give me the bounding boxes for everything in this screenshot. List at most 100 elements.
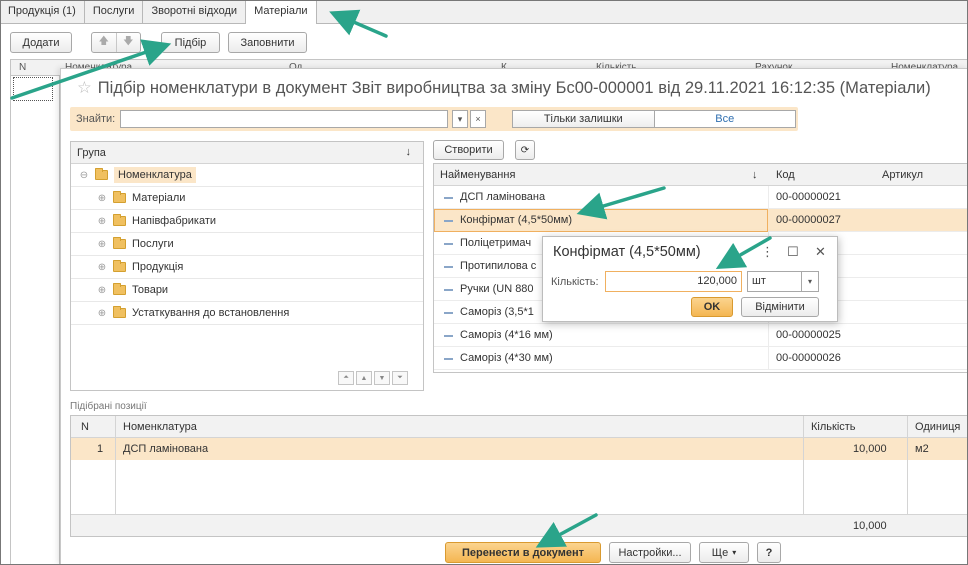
scroll-down-icon[interactable]: ▼ bbox=[374, 371, 390, 385]
folder-icon bbox=[113, 306, 126, 318]
tree-item-label: Напівфабрикати bbox=[132, 215, 217, 227]
item-icon bbox=[444, 220, 453, 222]
search-input[interactable] bbox=[120, 110, 448, 128]
tab-products[interactable]: Продукція (1) bbox=[0, 0, 85, 24]
item-icon bbox=[444, 335, 453, 337]
expand-icon[interactable]: ⊕ bbox=[95, 193, 109, 204]
remain-all-option[interactable]: Все bbox=[655, 111, 796, 127]
folder-icon bbox=[113, 191, 126, 203]
remain-toggle: Тільки залишки Все bbox=[512, 110, 796, 128]
tab-waste[interactable]: Зворотні відходи bbox=[143, 0, 247, 24]
row-name: ДСП ламінована bbox=[123, 443, 209, 455]
popup-title: Конфірмат (4,5*50мм) bbox=[553, 244, 701, 260]
focused-cell[interactable] bbox=[13, 77, 53, 101]
tree-item-goods[interactable]: ⊕ Товари bbox=[71, 279, 423, 302]
item-icon bbox=[444, 243, 453, 245]
document-table-body bbox=[10, 76, 60, 565]
cell-separator bbox=[768, 347, 769, 370]
table-row[interactable]: 1 ДСП ламінована 10,000 м2 bbox=[71, 438, 968, 460]
ok-button[interactable]: OK bbox=[691, 297, 733, 317]
item-icon bbox=[444, 266, 453, 268]
item-code: 00-00000026 bbox=[776, 352, 841, 364]
items-list-header: Найменування ↓ Код Артикул bbox=[434, 164, 968, 186]
col-n: N bbox=[19, 62, 27, 73]
tree-item-services[interactable]: ⊕ Послуги bbox=[71, 233, 423, 256]
remain-only-option[interactable]: Тільки залишки bbox=[513, 111, 655, 127]
sort-arrow-icon[interactable]: ↓ bbox=[752, 169, 758, 181]
sort-arrow-icon[interactable]: ↓ bbox=[406, 146, 412, 158]
expand-icon[interactable]: ⊕ bbox=[95, 308, 109, 319]
unit-select[interactable]: шт ▾ bbox=[747, 271, 819, 292]
list-item[interactable]: ДСП ламінована 00-00000021 bbox=[434, 186, 968, 209]
create-button[interactable]: Створити bbox=[433, 140, 504, 160]
col-code: Код bbox=[776, 169, 795, 181]
expand-icon[interactable]: ⊕ bbox=[95, 285, 109, 296]
tree-item-materials[interactable]: ⊕ Матеріали bbox=[71, 187, 423, 210]
chevron-down-icon[interactable]: ▾ bbox=[801, 272, 818, 291]
tab-materials[interactable]: Матеріали bbox=[246, 0, 317, 25]
expand-icon[interactable]: ⊕ bbox=[95, 216, 109, 227]
list-item[interactable]: Саморіз (4*16 мм) 00-00000025 bbox=[434, 324, 968, 347]
search-bar: Знайти: ▾ × Тільки залишки Все bbox=[70, 107, 798, 131]
list-item[interactable]: Саморіз (4*30 мм) 00-00000026 bbox=[434, 347, 968, 370]
list-item-selected[interactable]: Конфірмат (4,5*50мм) 00-00000027 bbox=[434, 209, 968, 232]
fill-button[interactable]: Заповнити bbox=[228, 32, 307, 53]
item-icon bbox=[444, 197, 453, 199]
collapse-icon[interactable]: ⊖ bbox=[77, 170, 91, 181]
col-nomenclature: Номенклатура bbox=[123, 421, 197, 433]
group-header-label: Група bbox=[77, 147, 106, 159]
document-toolbar bbox=[0, 24, 968, 56]
selected-positions-label: Підібрані позиції bbox=[70, 401, 147, 412]
tree-root[interactable]: ⊖ Номенклатура bbox=[71, 164, 423, 187]
cancel-button[interactable]: Відмінити bbox=[741, 297, 819, 317]
tree-item-products[interactable]: ⊕ Продукція bbox=[71, 256, 423, 279]
transfer-to-document-button[interactable]: Перенести в документ bbox=[445, 542, 601, 563]
move-up-icon[interactable]: 🡅 bbox=[92, 33, 117, 52]
folder-icon bbox=[113, 260, 126, 272]
tree-item-equipment[interactable]: ⊕ Устаткування до встановлення bbox=[71, 302, 423, 325]
tree-item-semifinished[interactable]: ⊕ Напівфабрикати bbox=[71, 210, 423, 233]
document-tabs: Продукція (1) Послуги Зворотні відходи М… bbox=[0, 0, 968, 25]
col-article: Артикул bbox=[882, 169, 924, 181]
star-icon[interactable]: ☆ bbox=[77, 79, 92, 97]
selected-table-footer: 10,000 bbox=[71, 514, 968, 536]
total-quantity: 10,000 bbox=[853, 520, 887, 532]
dialog-title-text: Підбір номенклатури в документ Звіт виро… bbox=[97, 79, 931, 97]
search-clear-icon[interactable]: × bbox=[470, 110, 486, 128]
expand-icon[interactable]: ⊕ bbox=[95, 262, 109, 273]
expand-icon[interactable]: ⊕ bbox=[95, 239, 109, 250]
scroll-bottom-icon[interactable]: ⏷ bbox=[392, 371, 408, 385]
tree-item-label: Устаткування до встановлення bbox=[132, 307, 290, 319]
tab-services[interactable]: Послуги bbox=[85, 0, 144, 24]
more-button[interactable]: Ще ▾ bbox=[699, 542, 749, 563]
folder-icon bbox=[113, 214, 126, 226]
add-button[interactable]: Додати bbox=[10, 32, 72, 53]
item-code: 00-00000021 bbox=[776, 191, 841, 203]
col-quantity: Кількість bbox=[811, 421, 856, 433]
refresh-icon[interactable]: ⟳ bbox=[515, 140, 535, 160]
item-name: ДСП ламінована bbox=[460, 191, 546, 203]
cell-separator bbox=[768, 324, 769, 347]
col-n: N bbox=[81, 421, 89, 433]
dialog-title: ☆ Підбір номенклатури в документ Звіт вир… bbox=[77, 78, 931, 98]
move-down-icon[interactable]: 🡇 bbox=[117, 33, 141, 52]
move-buttons: 🡅 🡇 bbox=[91, 32, 141, 53]
item-icon bbox=[444, 289, 453, 291]
popup-menu-icon[interactable]: ⋮ bbox=[761, 244, 774, 260]
quantity-popup: Конфірмат (4,5*50мм) ⋮ ☐ ✕ Кількість: 12… bbox=[542, 236, 838, 322]
folder-icon bbox=[113, 283, 126, 295]
col-name: Найменування bbox=[440, 169, 516, 181]
select-button[interactable]: Підбір bbox=[161, 32, 220, 53]
maximize-icon[interactable]: ☐ bbox=[787, 244, 799, 260]
item-name: Саморіз (3,5*1 bbox=[460, 306, 534, 318]
tree-item-label: Матеріали bbox=[132, 192, 186, 204]
quantity-input[interactable]: 120,000 bbox=[605, 271, 742, 292]
search-dropdown-icon[interactable]: ▾ bbox=[452, 110, 468, 128]
tree-item-label: Послуги bbox=[132, 238, 174, 250]
scroll-top-icon[interactable]: ⏶ bbox=[338, 371, 354, 385]
help-button[interactable]: ? bbox=[757, 542, 781, 563]
scroll-up-icon[interactable]: ▲ bbox=[356, 371, 372, 385]
close-icon[interactable]: ✕ bbox=[815, 244, 826, 260]
folder-icon bbox=[95, 168, 108, 180]
settings-button[interactable]: Настройки... bbox=[609, 542, 691, 563]
